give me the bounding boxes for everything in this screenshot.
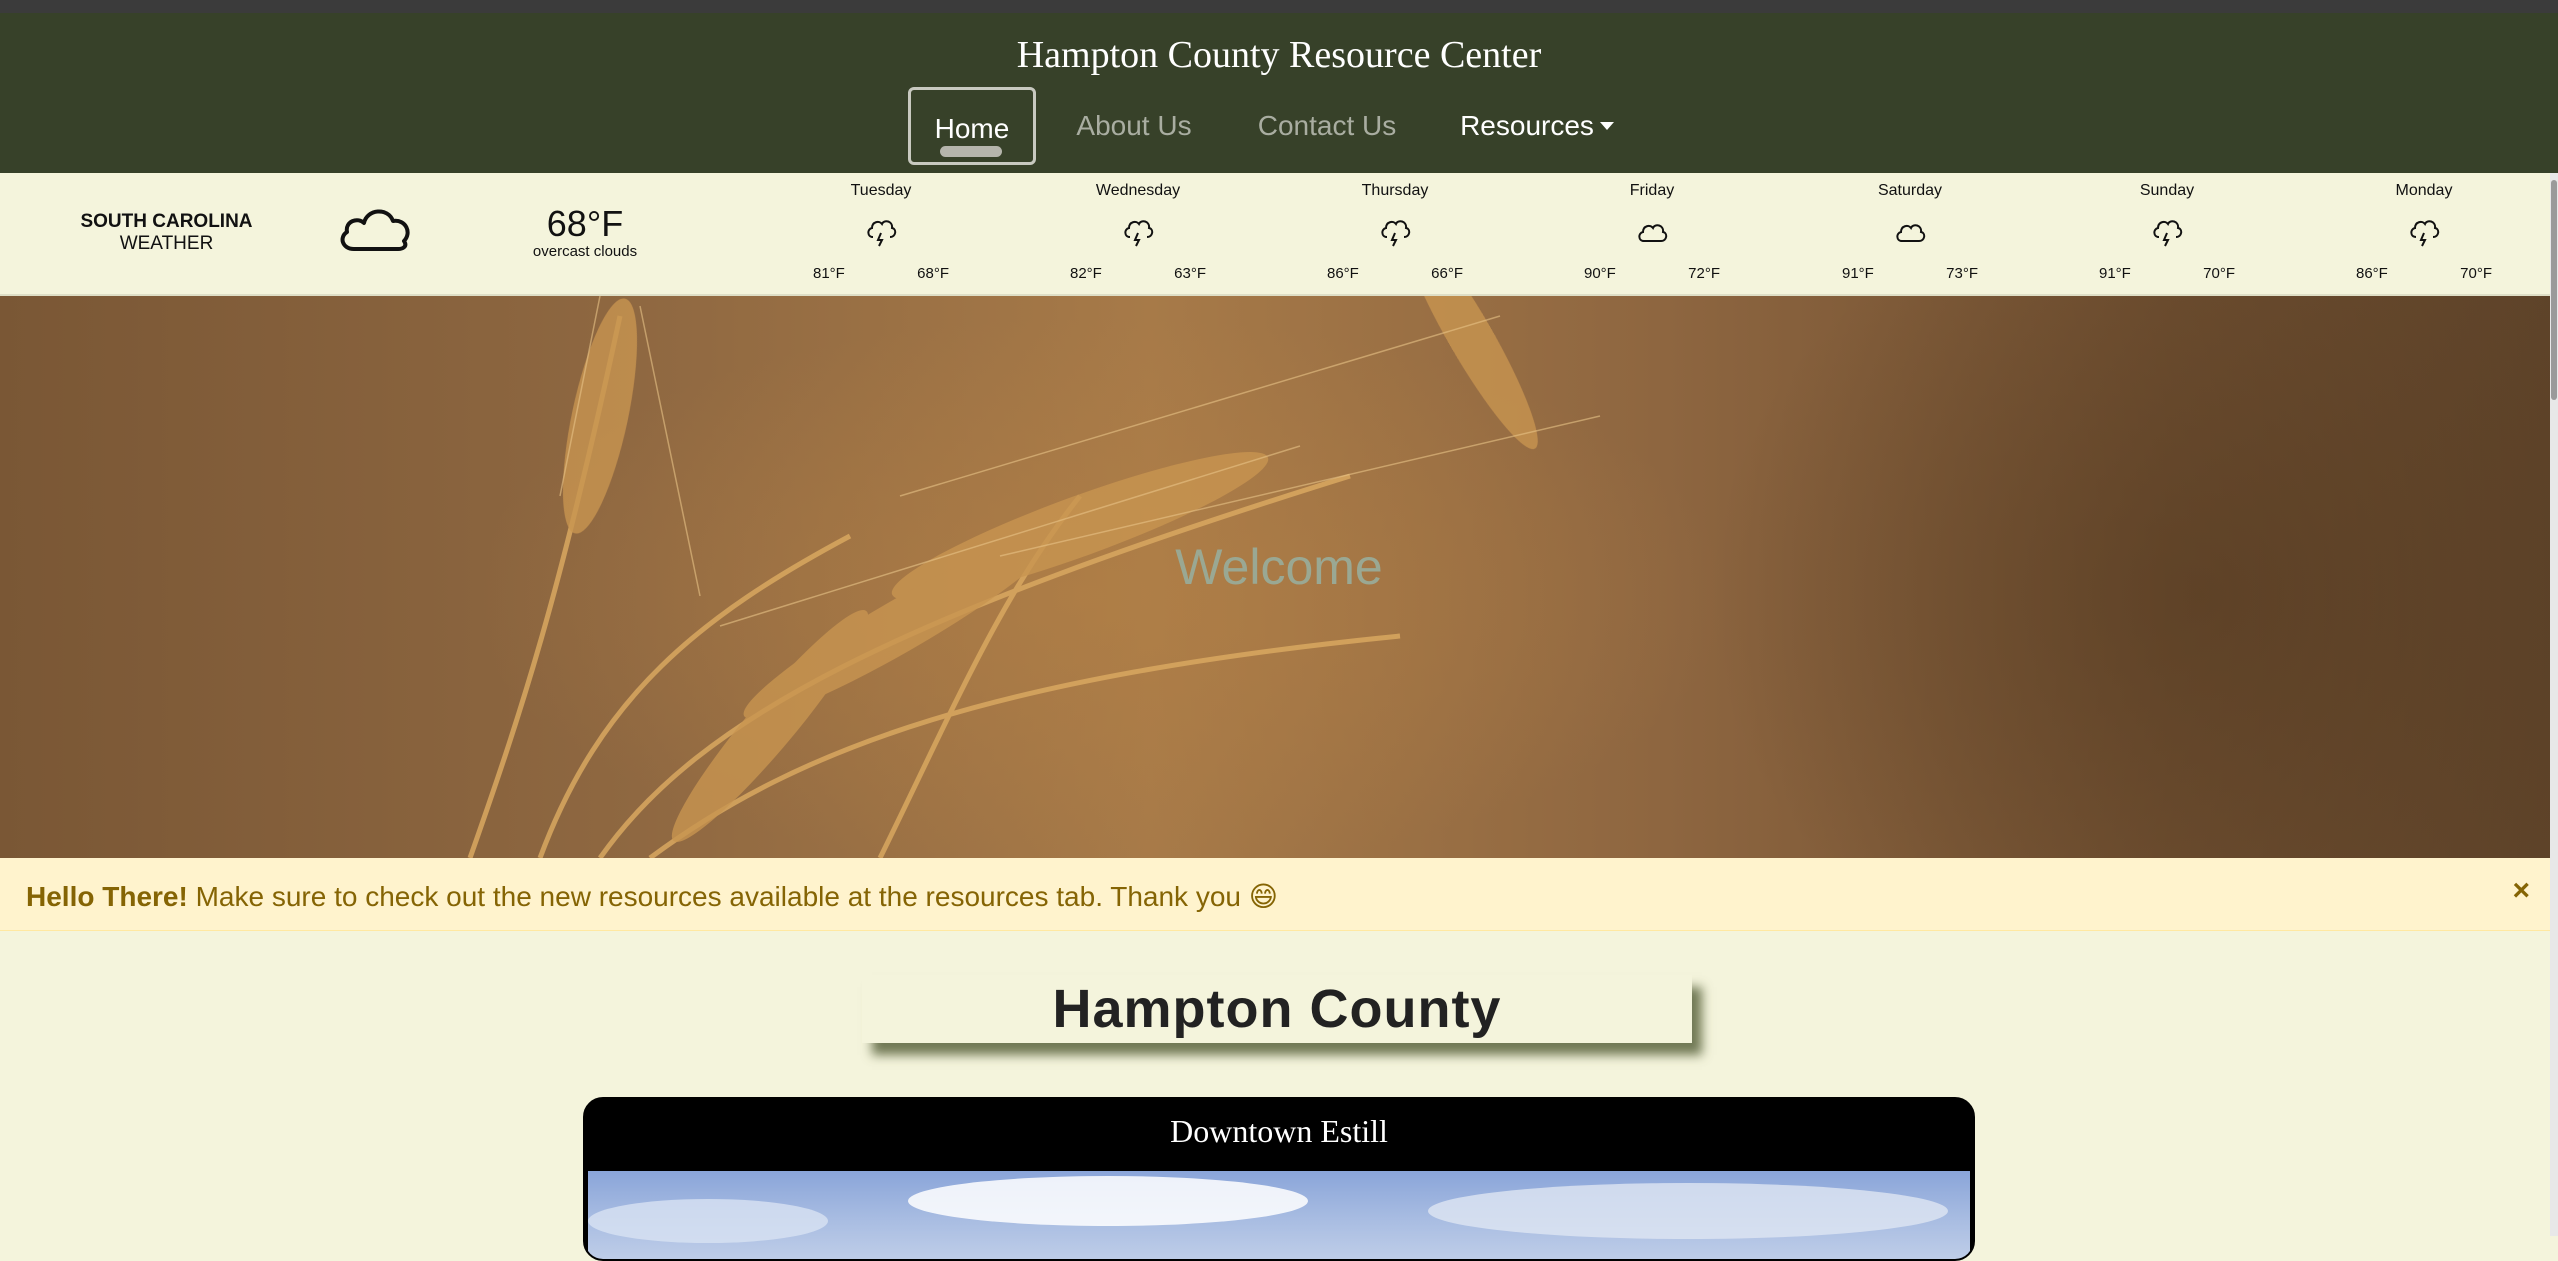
forecast-high: 91°F xyxy=(2099,265,2131,282)
weather-state: SOUTH CAROLINA xyxy=(80,211,253,232)
thunder-rain-icon xyxy=(1381,220,1411,247)
cloud-icon xyxy=(1896,224,1926,242)
thunder-rain-icon xyxy=(2410,220,2440,247)
thunder-rain-icon xyxy=(2153,220,2183,247)
hero-welcome-title: Welcome xyxy=(1175,539,1383,595)
forecast-low: 73°F xyxy=(1946,265,1978,282)
county-title: Hampton County xyxy=(862,975,1692,1043)
forecast-day-name: Wednesday xyxy=(1095,182,1181,199)
current-temp: 68°F xyxy=(546,203,624,244)
navbar: Hampton County Resource Center Home Abou… xyxy=(0,13,2558,173)
forecast-day-name: Sunday xyxy=(2139,182,2195,199)
close-icon[interactable]: × xyxy=(2512,874,2530,908)
forecast-day: Thursday 86°F 66°F xyxy=(1315,173,1475,296)
forecast-low: 68°F xyxy=(917,265,949,282)
forecast-day-name: Friday xyxy=(1629,182,1675,199)
forecast-day-name: Saturday xyxy=(1877,182,1943,199)
alert-body-text: Make sure to check out the new resources… xyxy=(187,881,1241,912)
chevron-down-icon xyxy=(1599,121,1614,130)
alert-message: Hello There! Make sure to check out the … xyxy=(26,880,1278,913)
weather-current: 68°F overcast clouds xyxy=(515,203,655,261)
cloud-icon xyxy=(340,209,410,251)
active-nav-indicator xyxy=(940,146,1002,157)
smile-emoji-icon: 😄 xyxy=(1248,881,1278,912)
forecast-low: 66°F xyxy=(1431,265,1463,282)
forecast-high: 90°F xyxy=(1584,265,1616,282)
forecast-high: 91°F xyxy=(1842,265,1874,282)
nav-about-link[interactable]: About Us xyxy=(1062,87,1206,165)
site-title: Hampton County Resource Center xyxy=(1016,34,1542,76)
forecast-day: Monday 86°F 70°F xyxy=(2344,173,2504,296)
page-scrollbar-thumb[interactable] xyxy=(2551,180,2557,400)
alert-banner: Hello There! Make sure to check out the … xyxy=(0,858,2558,931)
thunder-rain-icon xyxy=(1124,220,1154,247)
thunder-rain-icon xyxy=(867,220,897,247)
cloud-icon xyxy=(1638,224,1668,242)
forecast-high: 81°F xyxy=(813,265,845,282)
forecast-low: 63°F xyxy=(1174,265,1206,282)
forecast-low: 72°F xyxy=(1688,265,1720,282)
forecast-day: Sunday 91°F 70°F xyxy=(2087,173,2247,296)
hero-banner: Welcome xyxy=(0,296,2558,858)
forecast-day-name: Thursday xyxy=(1361,182,1429,199)
forecast-day: Friday 90°F 72°F xyxy=(1572,173,1732,296)
forecast-day-name: Monday xyxy=(2395,182,2453,199)
forecast-day: Saturday 91°F 73°F xyxy=(1830,173,1990,296)
downtown-photo xyxy=(588,1171,1970,1259)
card-title: Downtown Estill xyxy=(1170,1113,1388,1149)
weather-widget: SOUTH CAROLINA WEATHER 68°F overcast clo… xyxy=(0,173,2558,296)
nav-resources-label: Resources xyxy=(1460,110,1594,141)
sky-clouds-image xyxy=(588,1176,1948,1243)
nav-contact-link[interactable]: Contact Us xyxy=(1246,87,1408,165)
forecast-high: 82°F xyxy=(1070,265,1102,282)
downtown-card: Downtown Estill xyxy=(583,1097,1975,1261)
forecast-day: Tuesday 81°F 68°F xyxy=(801,173,961,296)
forecast-day-name: Tuesday xyxy=(850,182,912,199)
forecast-low: 70°F xyxy=(2460,265,2492,282)
current-description: overcast clouds xyxy=(532,243,638,260)
browser-top-strip xyxy=(0,0,2558,13)
forecast-low: 70°F xyxy=(2203,265,2235,282)
alert-strong-text: Hello There! xyxy=(26,881,188,912)
forecast-high: 86°F xyxy=(1327,265,1359,282)
nav-list: Home About Us Contact Us Resources xyxy=(0,87,2558,165)
weather-label: WEATHER xyxy=(119,233,214,254)
forecast-high: 86°F xyxy=(2356,265,2388,282)
weather-region: SOUTH CAROLINA WEATHER xyxy=(60,211,273,255)
nav-resources-dropdown[interactable]: Resources xyxy=(1452,87,1622,165)
forecast-day: Wednesday 82°F 63°F xyxy=(1058,173,1218,296)
